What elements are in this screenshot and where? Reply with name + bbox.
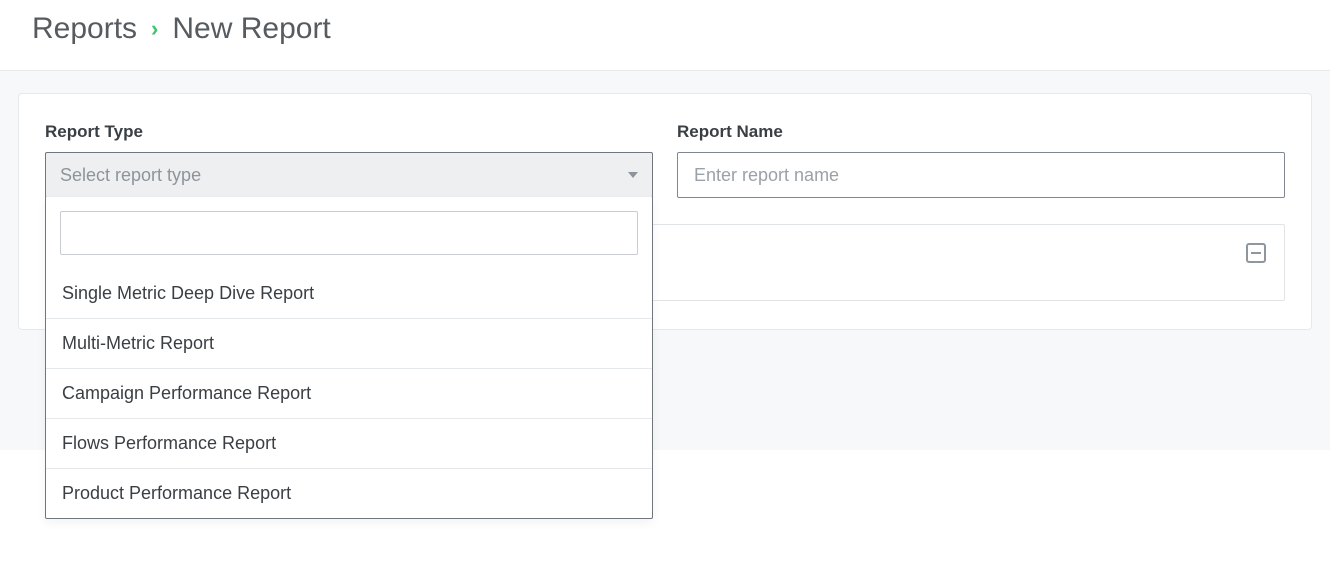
dropdown-option[interactable]: Flows Performance Report <box>46 418 652 468</box>
report-type-dropdown: Single Metric Deep Dive Report Multi-Met… <box>45 197 653 519</box>
report-name-field: Report Name <box>677 122 1285 198</box>
dropdown-option[interactable]: Campaign Performance Report <box>46 368 652 418</box>
report-name-input[interactable] <box>677 152 1285 198</box>
chevron-right-icon: › <box>151 18 158 40</box>
dropdown-option[interactable]: Product Performance Report <box>46 468 652 518</box>
report-form-card: Report Type Select report type Single Me… <box>18 93 1312 330</box>
breadcrumb-current: New Report <box>172 12 330 46</box>
report-type-label: Report Type <box>45 122 653 142</box>
dropdown-option-list: Single Metric Deep Dive Report Multi-Met… <box>46 269 652 518</box>
dropdown-option[interactable]: Single Metric Deep Dive Report <box>46 269 652 318</box>
breadcrumb-root-link[interactable]: Reports <box>32 12 137 46</box>
dropdown-search-input[interactable] <box>60 211 638 255</box>
caret-down-icon <box>628 172 638 178</box>
breadcrumb: Reports › New Report <box>32 12 1298 46</box>
page-header: Reports › New Report <box>0 0 1330 70</box>
report-type-field: Report Type Select report type Single Me… <box>45 122 653 198</box>
report-name-label: Report Name <box>677 122 1285 142</box>
dropdown-option[interactable]: Multi-Metric Report <box>46 318 652 368</box>
content-area: Report Type Select report type Single Me… <box>0 70 1330 450</box>
report-type-placeholder: Select report type <box>60 165 201 186</box>
dropdown-search-wrap <box>46 197 652 269</box>
report-type-select[interactable]: Select report type <box>45 152 653 198</box>
form-row: Report Type Select report type Single Me… <box>45 122 1285 198</box>
minus-icon <box>1251 252 1261 254</box>
collapse-button[interactable] <box>1246 243 1266 263</box>
